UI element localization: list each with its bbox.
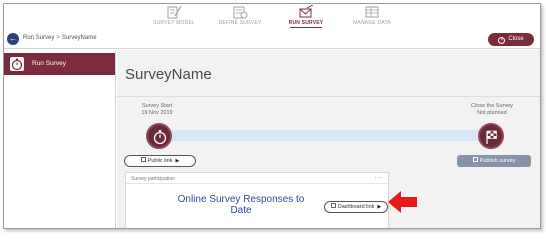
arrow-left-icon: ← (9, 34, 17, 43)
survey-close-label: Close the Survey (471, 103, 513, 109)
nav-run-survey[interactable]: RUN SURVEY (276, 5, 336, 28)
publish-survey-button[interactable]: Publish survey (457, 155, 531, 167)
send-envelope-icon (299, 5, 314, 18)
stopwatch-icon (153, 130, 167, 145)
survey-start-info: Survey Start 19 Nov 2019 (127, 103, 187, 117)
dashboard-link-button[interactable]: Dashboard link ▶ (324, 201, 388, 213)
edit-form-icon (167, 5, 182, 19)
page-title: SurveyName (125, 66, 212, 83)
main-panel: SurveyName Survey Start 19 Nov 2019 Clos… (117, 50, 540, 228)
public-link-label: Public link (147, 158, 173, 164)
survey-close-info: Close the Survey Not planned (457, 103, 527, 117)
breadcrumb-item-run-survey[interactable]: Run Survey (23, 35, 54, 41)
sidebar: Run Survey (4, 50, 116, 228)
publish-icon (472, 157, 478, 162)
card-header: Survey participation ... (126, 173, 388, 184)
close-button-label: Close (508, 36, 524, 42)
dashboard-link-label: Dashboard link (337, 204, 375, 210)
annotation-arrow-icon (388, 191, 417, 213)
survey-start-marker[interactable] (146, 123, 172, 149)
survey-close-marker[interactable] (478, 123, 504, 149)
more-options-icon[interactable]: ... (375, 173, 382, 180)
breadcrumb-item-survey-name: SurveyName (61, 35, 97, 41)
responses-heading: Online Survey Responses to Date (177, 194, 305, 216)
top-navigation: SURVEY MODEL DEFINE SURVEY RUN SURVEY MA… (4, 4, 540, 28)
card-title: Survey participation (131, 176, 175, 182)
settings-form-icon (233, 6, 248, 19)
divider (117, 96, 540, 97)
survey-start-label: Survey Start (141, 103, 173, 109)
survey-participation-card: Survey participation ... Online Survey R… (125, 172, 389, 228)
breadcrumb: Run Survey > SurveyName (23, 35, 97, 41)
close-button[interactable]: × Close (488, 33, 534, 46)
breadcrumb-bar: ← Run Survey > SurveyName × Close (4, 30, 540, 49)
publish-survey-label: Publish survey (479, 158, 516, 164)
stopwatch-icon (10, 57, 24, 71)
play-icon: ▶ (377, 204, 382, 210)
survey-close-status: Not planned (477, 110, 507, 116)
checkered-flag-icon (486, 130, 497, 144)
app-window: SURVEY MODEL DEFINE SURVEY RUN SURVEY MA… (3, 3, 541, 229)
link-icon (140, 157, 146, 162)
breadcrumb-separator: > (56, 35, 60, 41)
back-button[interactable]: ← (7, 33, 19, 45)
sidebar-item-label: Run Survey (32, 60, 66, 67)
close-icon: × (498, 37, 506, 44)
nav-manage-data[interactable]: MANAGE DATA (342, 5, 402, 26)
public-link-button[interactable]: Public link ▶ (124, 155, 196, 167)
data-table-icon (365, 6, 379, 18)
survey-timeline-bar (165, 130, 483, 141)
nav-define-survey[interactable]: DEFINE SURVEY (210, 5, 270, 26)
sidebar-item-run-survey[interactable]: Run Survey (4, 53, 115, 75)
link-icon (330, 203, 336, 208)
nav-survey-model[interactable]: SURVEY MODEL (144, 5, 204, 26)
survey-start-date: 19 Nov 2019 (141, 110, 173, 116)
play-icon: ▶ (175, 158, 180, 164)
